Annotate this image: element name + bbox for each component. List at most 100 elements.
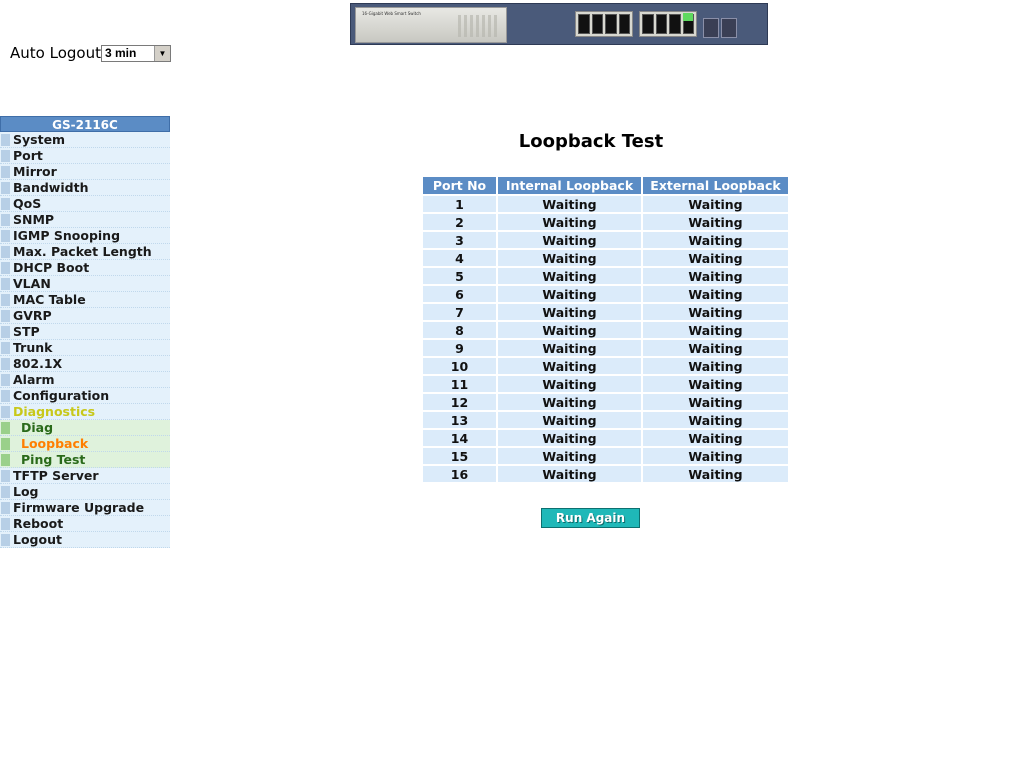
port-no-cell: 1	[423, 196, 496, 212]
table-row: 13 Waiting Waiting	[423, 412, 788, 428]
sidebar-item-label: Configuration	[13, 388, 110, 403]
menu-bullet-icon	[1, 358, 10, 370]
auto-logout-label: Auto Logout	[10, 44, 101, 62]
column-header-external-loopback: External Loopback	[643, 177, 788, 194]
menu-bullet-icon	[1, 518, 10, 530]
sidebar-item-trunk[interactable]: Trunk	[0, 340, 170, 356]
menu-bullet-icon	[1, 214, 10, 226]
internal-loopback-cell: Waiting	[498, 358, 641, 374]
port-no-cell: 14	[423, 430, 496, 446]
external-loopback-cell: Waiting	[643, 466, 788, 482]
device-front-panel: 16-Gigabit Web Smart Switch	[355, 7, 507, 43]
menu-bullet-icon	[1, 294, 10, 306]
external-loopback-cell: Waiting	[643, 250, 788, 266]
table-row: 9 Waiting Waiting	[423, 340, 788, 356]
menu-bullet-icon	[1, 310, 10, 322]
link-led	[683, 13, 693, 21]
table-row: 15 Waiting Waiting	[423, 448, 788, 464]
sidebar-item-label: GVRP	[13, 308, 52, 323]
sidebar-item-vlan[interactable]: VLAN	[0, 276, 170, 292]
sidebar-item-qos[interactable]: QoS	[0, 196, 170, 212]
internal-loopback-cell: Waiting	[498, 466, 641, 482]
sidebar-menu: GS-2116C System Port Mirror Bandwidth QoS SNM…	[0, 116, 170, 548]
sidebar-item-snmp[interactable]: SNMP	[0, 212, 170, 228]
sidebar-item-mirror[interactable]: Mirror	[0, 164, 170, 180]
sidebar-item-label: Alarm	[13, 372, 55, 387]
sidebar-item-label: Loopback	[21, 436, 89, 451]
sidebar-item-ping-test[interactable]: Ping Test	[0, 452, 170, 468]
sidebar-item-label: Log	[13, 484, 39, 499]
sidebar-item-diag[interactable]: Diag	[0, 420, 170, 436]
auto-logout-select[interactable]: 3 min ▼	[100, 44, 171, 62]
sidebar-item-system[interactable]: System	[0, 132, 170, 148]
port-no-cell: 10	[423, 358, 496, 374]
sidebar-item-bandwidth[interactable]: Bandwidth	[0, 180, 170, 196]
sidebar-item-stp[interactable]: STP	[0, 324, 170, 340]
sidebar-item-label: Diagnostics	[13, 404, 96, 419]
sidebar-item-loopback[interactable]: Loopback	[0, 436, 170, 452]
port-group-1	[575, 11, 633, 37]
port-no-cell: 11	[423, 376, 496, 392]
menu-bullet-icon	[1, 150, 10, 162]
internal-loopback-cell: Waiting	[498, 250, 641, 266]
menu-bullet-icon	[1, 406, 10, 418]
sidebar-item-max-packet-length[interactable]: Max. Packet Length	[0, 244, 170, 260]
internal-loopback-cell: Waiting	[498, 340, 641, 356]
loopback-table: Port No Internal Loopback External Loopb…	[421, 175, 790, 484]
sidebar-item-diagnostics[interactable]: Diagnostics	[0, 404, 170, 420]
table-row: 6 Waiting Waiting	[423, 286, 788, 302]
external-loopback-cell: Waiting	[643, 268, 788, 284]
table-row: 3 Waiting Waiting	[423, 232, 788, 248]
menu-bullet-icon	[1, 390, 10, 402]
port-no-cell: 5	[423, 268, 496, 284]
port-no-cell: 15	[423, 448, 496, 464]
port-no-cell: 2	[423, 214, 496, 230]
sfp-port-1	[703, 18, 719, 38]
menu-bullet-icon	[1, 262, 10, 274]
table-row: 2 Waiting Waiting	[423, 214, 788, 230]
sidebar-item-port[interactable]: Port	[0, 148, 170, 164]
sidebar-item-reboot[interactable]: Reboot	[0, 516, 170, 532]
port-no-cell: 9	[423, 340, 496, 356]
run-again-button[interactable]: Run Again	[541, 508, 640, 528]
menu-bullet-icon	[1, 278, 10, 290]
sidebar-item-firmware-upgrade[interactable]: Firmware Upgrade	[0, 500, 170, 516]
sidebar-item-802-1x[interactable]: 802.1X	[0, 356, 170, 372]
external-loopback-cell: Waiting	[643, 448, 788, 464]
external-loopback-cell: Waiting	[643, 196, 788, 212]
device-banner-image: 16-Gigabit Web Smart Switch	[350, 3, 768, 45]
sidebar-item-igmp-snooping[interactable]: IGMP Snooping	[0, 228, 170, 244]
sidebar-item-configuration[interactable]: Configuration	[0, 388, 170, 404]
port-no-cell: 7	[423, 304, 496, 320]
table-row: 10 Waiting Waiting	[423, 358, 788, 374]
external-loopback-cell: Waiting	[643, 286, 788, 302]
chevron-down-icon[interactable]: ▼	[153, 45, 170, 61]
sidebar-item-label: Max. Packet Length	[13, 244, 152, 259]
sidebar-item-mac-table[interactable]: MAC Table	[0, 292, 170, 308]
sidebar-item-label: Trunk	[13, 340, 53, 355]
table-row: 4 Waiting Waiting	[423, 250, 788, 266]
sidebar-item-alarm[interactable]: Alarm	[0, 372, 170, 388]
external-loopback-cell: Waiting	[643, 340, 788, 356]
sidebar-item-gvrp[interactable]: GVRP	[0, 308, 170, 324]
sidebar-item-label: Mirror	[13, 164, 57, 179]
table-row: 1 Waiting Waiting	[423, 196, 788, 212]
port-no-cell: 13	[423, 412, 496, 428]
internal-loopback-cell: Waiting	[498, 304, 641, 320]
port-no-cell: 8	[423, 322, 496, 338]
menu-bullet-icon	[1, 230, 10, 242]
sidebar-item-label: Logout	[13, 532, 62, 547]
external-loopback-cell: Waiting	[643, 376, 788, 392]
sidebar-item-log[interactable]: Log	[0, 484, 170, 500]
internal-loopback-cell: Waiting	[498, 430, 641, 446]
internal-loopback-cell: Waiting	[498, 268, 641, 284]
sidebar-item-dhcp-boot[interactable]: DHCP Boot	[0, 260, 170, 276]
internal-loopback-cell: Waiting	[498, 322, 641, 338]
sidebar-item-tftp-server[interactable]: TFTP Server	[0, 468, 170, 484]
menu-bullet-icon	[1, 166, 10, 178]
sidebar-item-logout[interactable]: Logout	[0, 532, 170, 548]
menu-bullet-icon	[1, 422, 10, 434]
sidebar-item-label: TFTP Server	[13, 468, 99, 483]
sidebar-item-label: Reboot	[13, 516, 64, 531]
internal-loopback-cell: Waiting	[498, 376, 641, 392]
